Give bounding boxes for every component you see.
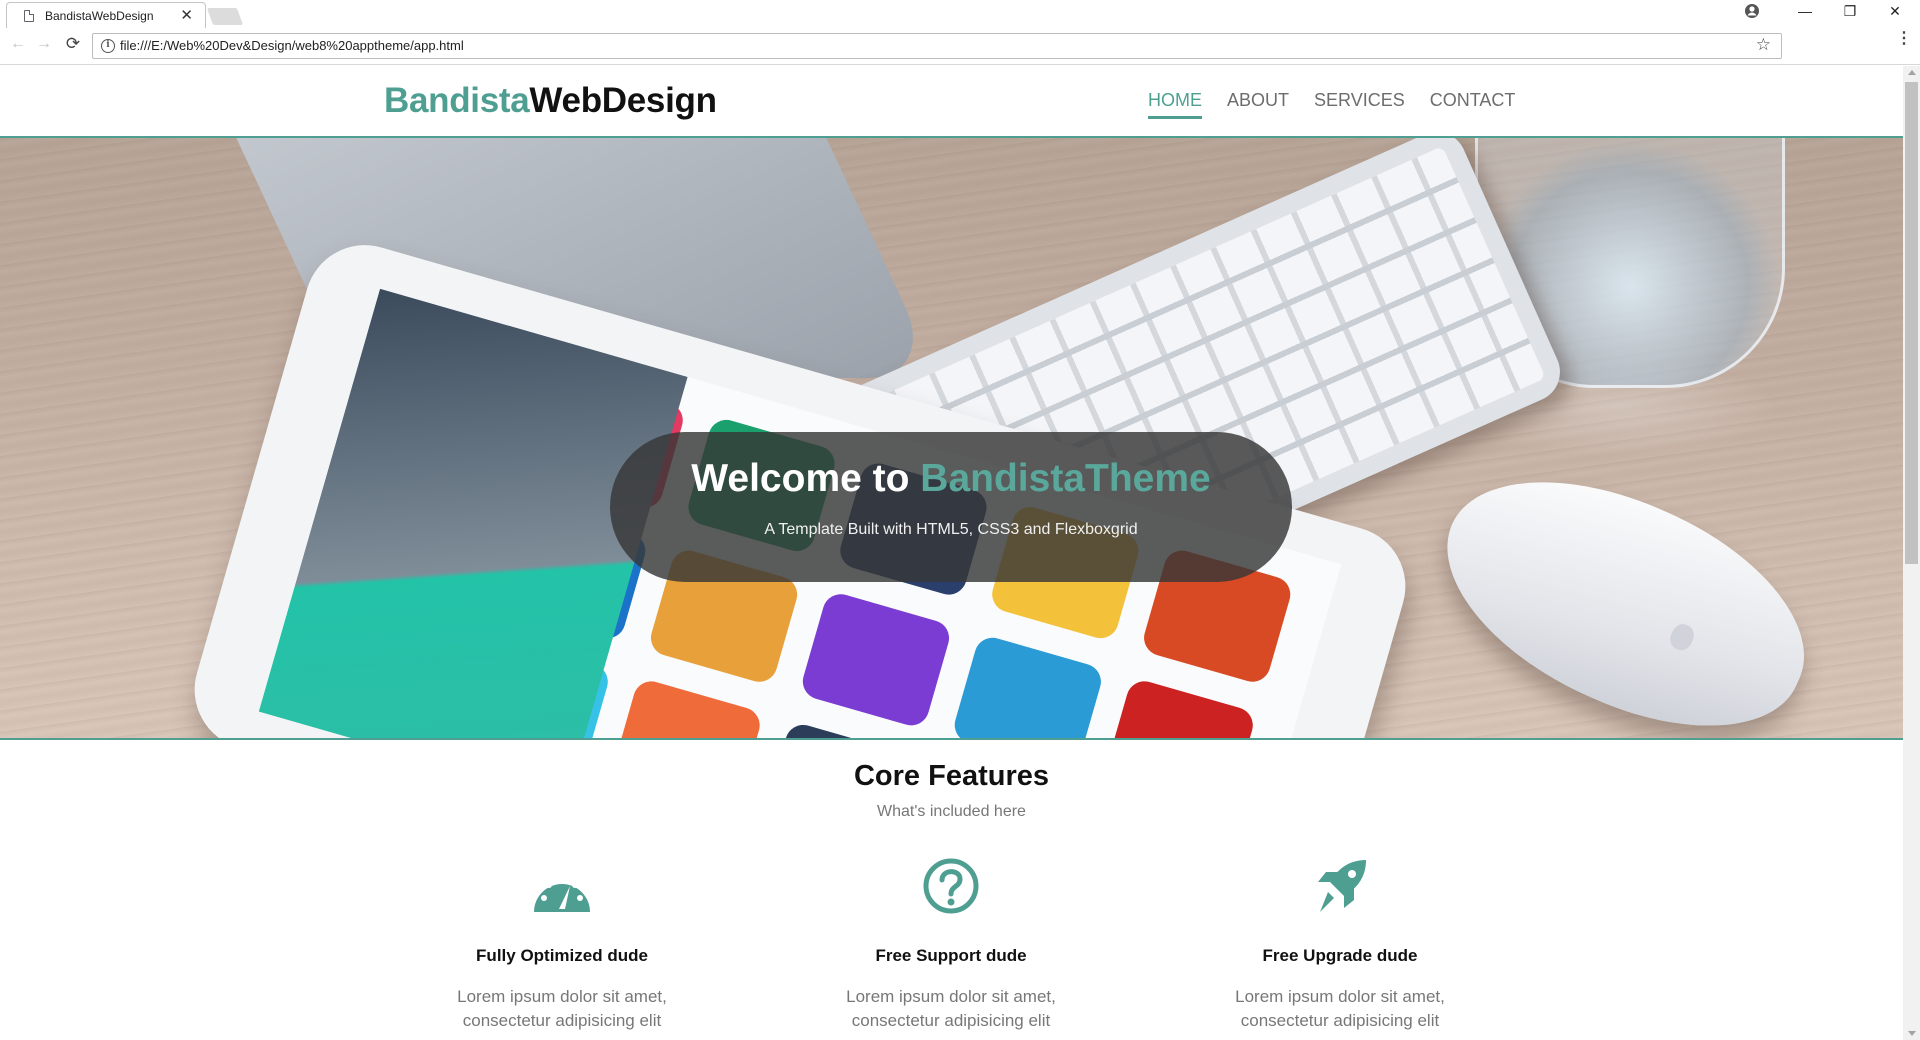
page-icon: [24, 10, 34, 22]
logo-accent: Bandista: [384, 81, 530, 120]
question-circle-icon: [923, 858, 979, 914]
tab-close-icon[interactable]: ✕: [180, 6, 193, 24]
app-tile: [761, 720, 916, 738]
feature-title: Free Support dude: [875, 946, 1027, 965]
features-title: Core Features: [853, 760, 1049, 792]
app-tile: [1102, 677, 1258, 738]
feature-title: Free Upgrade dude: [1262, 946, 1418, 965]
site-logo[interactable]: BandistaWebDesign: [384, 81, 717, 121]
hero-subtitle: A Template Built with HTML5, CSS3 and Fl…: [764, 521, 1138, 538]
hero-title: Welcome to BandistaTheme: [610, 457, 1292, 501]
page-viewport: BandistaWebDesign HOME ABOUT SERVICES CO…: [0, 66, 1903, 1040]
scroll-thumb[interactable]: [1905, 82, 1918, 564]
feature-text: Lorem ipsum dolor sit amet, consectetur …: [846, 987, 1056, 1030]
url-text[interactable]: file:///E:/Web%20Dev&Design/web8%20appth…: [120, 38, 464, 53]
logo-rest: WebDesign: [529, 81, 717, 120]
feature-title: Fully Optimized dude: [476, 946, 648, 965]
profile-icon[interactable]: [1744, 3, 1760, 19]
rocket-icon: [1318, 860, 1366, 912]
hero-title-accent: BandistaTheme: [920, 457, 1211, 500]
features-subtitle: What's included here: [877, 803, 1026, 820]
app-tile: [950, 633, 1106, 738]
reload-icon[interactable]: ⟳: [62, 34, 84, 54]
site-header: BandistaWebDesign HOME ABOUT SERVICES CO…: [0, 66, 1903, 138]
scroll-up-arrow-icon[interactable]: [1908, 70, 1916, 75]
scroll-down-arrow-icon[interactable]: [1908, 1031, 1916, 1036]
feature-text: Lorem ipsum dolor sit amet, consectetur …: [457, 987, 667, 1030]
hero-title-prefix: Welcome to: [691, 457, 921, 500]
dashboard-icon: [534, 875, 590, 912]
close-window-button[interactable]: ✕: [1885, 3, 1905, 20]
hero-section: Welcome to BandistaTheme A Template Buil…: [0, 138, 1903, 740]
browser-tab[interactable]: BandistaWebDesign ✕: [6, 2, 206, 28]
tab-title: BandistaWebDesign: [45, 9, 154, 23]
app-tile: [798, 589, 954, 730]
nav-link-services[interactable]: SERVICES: [1314, 90, 1405, 119]
browser-toolbar: ← → ⟳ i file:///E:/Web%20Dev&Design/web8…: [0, 28, 1920, 65]
vertical-scrollbar[interactable]: [1903, 66, 1920, 1040]
restore-button[interactable]: ❐: [1840, 3, 1860, 20]
feature-text: Lorem ipsum dolor sit amet, consectetur …: [1235, 987, 1445, 1030]
minimize-button[interactable]: —: [1795, 3, 1815, 19]
hero-overlay: Welcome to BandistaTheme A Template Buil…: [610, 432, 1292, 582]
nav-link-home[interactable]: HOME: [1148, 90, 1202, 119]
menu-icon[interactable]: ⋮: [1896, 31, 1912, 47]
address-bar[interactable]: i file:///E:/Web%20Dev&Design/web8%20app…: [92, 33, 1782, 59]
info-icon[interactable]: i: [101, 39, 115, 53]
browser-titlebar: BandistaWebDesign ✕ — ❐ ✕: [0, 0, 1920, 28]
star-icon[interactable]: ☆: [1756, 35, 1771, 55]
app-tile: [609, 677, 764, 738]
new-tab-button[interactable]: [206, 8, 244, 25]
forward-arrow-icon[interactable]: →: [33, 35, 55, 53]
nav-link-contact[interactable]: CONTACT: [1430, 90, 1516, 119]
mouse-logo: [1666, 620, 1698, 654]
back-arrow-icon[interactable]: ←: [7, 35, 29, 53]
site-nav: HOME ABOUT SERVICES CONTACT: [1148, 90, 1515, 119]
nav-link-about[interactable]: ABOUT: [1227, 90, 1289, 119]
